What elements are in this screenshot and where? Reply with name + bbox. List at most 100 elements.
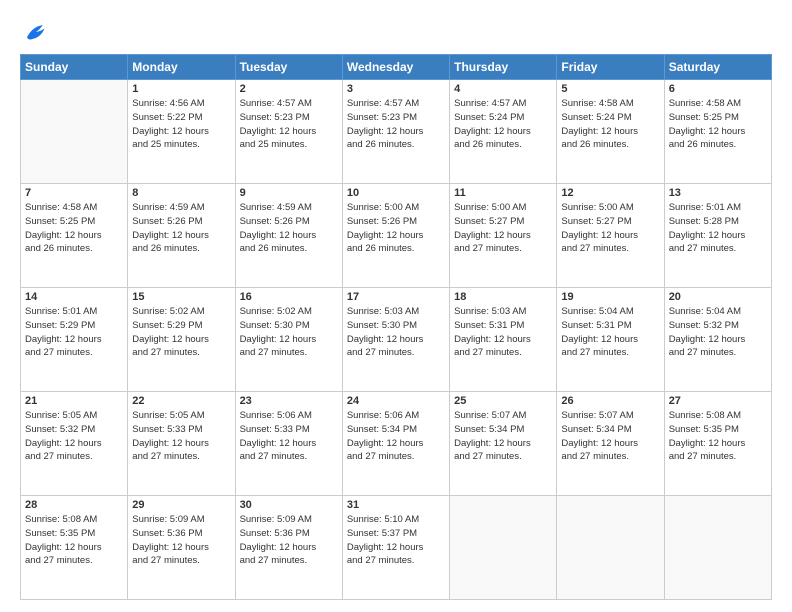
cell-info-line: Sunrise: 5:00 AM xyxy=(347,201,445,215)
cell-info-line: and 26 minutes. xyxy=(561,138,659,152)
calendar-cell xyxy=(664,496,771,600)
cell-info-line: Sunrise: 5:06 AM xyxy=(347,409,445,423)
cell-info-line: and 27 minutes. xyxy=(347,450,445,464)
cell-info-line: Daylight: 12 hours xyxy=(669,333,767,347)
cell-info-line: and 26 minutes. xyxy=(25,242,123,256)
weekday-header: Friday xyxy=(557,55,664,80)
cell-info-line: and 27 minutes. xyxy=(454,346,552,360)
cell-info-line: Sunrise: 5:03 AM xyxy=(454,305,552,319)
calendar-cell: 27Sunrise: 5:08 AMSunset: 5:35 PMDayligh… xyxy=(664,392,771,496)
calendar-cell: 26 Sunrise: 5:07 AMSunset: 5:34 PMDayligh… xyxy=(557,392,664,496)
cell-info-line: Sunset: 5:29 PM xyxy=(25,319,123,333)
calendar-cell: 23Sunrise: 5:06 AMSunset: 5:33 PMDayligh… xyxy=(235,392,342,496)
cell-info-line: Sunrise: 5:07 AM xyxy=(454,409,552,423)
cell-info-line: Sunrise: 5:06 AM xyxy=(240,409,338,423)
day-number: 26 xyxy=(561,395,659,407)
calendar-cell xyxy=(557,496,664,600)
calendar-cell: 28Sunrise: 5:08 AMSunset: 5:35 PMDayligh… xyxy=(21,496,128,600)
cell-info-line: Sunset: 5:35 PM xyxy=(669,423,767,437)
cell-info-line: Daylight: 12 hours xyxy=(454,333,552,347)
cell-info-line: and 27 minutes. xyxy=(454,450,552,464)
cell-info-line: Sunrise: 4:57 AM xyxy=(454,97,552,111)
cell-info-line: and 25 minutes. xyxy=(240,138,338,152)
cell-info-line: Sunrise: 5:00 AM xyxy=(561,201,659,215)
calendar-cell: 13Sunrise: 5:01 AMSunset: 5:28 PMDayligh… xyxy=(664,184,771,288)
day-number: 15 xyxy=(132,291,230,303)
calendar-cell: 9Sunrise: 4:59 AMSunset: 5:26 PMDaylight… xyxy=(235,184,342,288)
cell-info-line: and 27 minutes. xyxy=(347,554,445,568)
cell-info-line: Sunrise: 4:57 AM xyxy=(347,97,445,111)
cell-info-line: Sunset: 5:32 PM xyxy=(669,319,767,333)
calendar-cell: 24Sunrise: 5:06 AMSunset: 5:34 PMDayligh… xyxy=(342,392,449,496)
cell-info-line: and 27 minutes. xyxy=(454,242,552,256)
calendar-cell: 21Sunrise: 5:05 AMSunset: 5:32 PMDayligh… xyxy=(21,392,128,496)
calendar-cell: 7Sunrise: 4:58 AMSunset: 5:25 PMDaylight… xyxy=(21,184,128,288)
calendar-cell: 14Sunrise: 5:01 AMSunset: 5:29 PMDayligh… xyxy=(21,288,128,392)
day-number: 5 xyxy=(561,83,659,95)
cell-info-line: Sunrise: 4:59 AM xyxy=(240,201,338,215)
weekday-header: Thursday xyxy=(450,55,557,80)
day-number: 25 xyxy=(454,395,552,407)
cell-info-line: Sunrise: 5:09 AM xyxy=(132,513,230,527)
day-number: 29 xyxy=(132,499,230,511)
calendar-cell: 18Sunrise: 5:03 AMSunset: 5:31 PMDayligh… xyxy=(450,288,557,392)
cell-info-line: Sunset: 5:22 PM xyxy=(132,111,230,125)
cell-info-line: Sunrise: 5:10 AM xyxy=(347,513,445,527)
calendar-cell: 12Sunrise: 5:00 AMSunset: 5:27 PMDayligh… xyxy=(557,184,664,288)
day-number: 1 xyxy=(132,83,230,95)
day-number: 24 xyxy=(347,395,445,407)
weekday-header: Sunday xyxy=(21,55,128,80)
cell-info-line: Sunset: 5:25 PM xyxy=(25,215,123,229)
cell-info-line: Daylight: 12 hours xyxy=(669,437,767,451)
cell-info-line: Sunset: 5:24 PM xyxy=(454,111,552,125)
calendar-week-row: 1Sunrise: 4:56 AMSunset: 5:22 PMDaylight… xyxy=(21,80,772,184)
cell-info-line: Sunrise: 5:02 AM xyxy=(240,305,338,319)
cell-info-line: Sunrise: 4:58 AM xyxy=(561,97,659,111)
day-number: 8 xyxy=(132,187,230,199)
cell-info-line: Daylight: 12 hours xyxy=(132,125,230,139)
cell-info-line: Sunrise: 5:05 AM xyxy=(132,409,230,423)
cell-info-line: Sunset: 5:27 PM xyxy=(454,215,552,229)
cell-info-line: Daylight: 12 hours xyxy=(561,437,659,451)
cell-info-line: Daylight: 12 hours xyxy=(25,541,123,555)
cell-info-line: and 27 minutes. xyxy=(240,554,338,568)
day-number: 18 xyxy=(454,291,552,303)
day-number: 30 xyxy=(240,499,338,511)
cell-info-line: Daylight: 12 hours xyxy=(132,437,230,451)
cell-info-line: Sunset: 5:35 PM xyxy=(25,527,123,541)
cell-info-line: Sunset: 5:25 PM xyxy=(669,111,767,125)
cell-info-line: and 27 minutes. xyxy=(240,450,338,464)
cell-info-line: Sunrise: 5:04 AM xyxy=(669,305,767,319)
day-number: 13 xyxy=(669,187,767,199)
cell-info-line: Sunset: 5:26 PM xyxy=(240,215,338,229)
cell-info-line: Daylight: 12 hours xyxy=(561,333,659,347)
cell-info-line: Daylight: 12 hours xyxy=(454,229,552,243)
calendar-cell: 6Sunrise: 4:58 AMSunset: 5:25 PMDaylight… xyxy=(664,80,771,184)
cell-info-line: Sunset: 5:31 PM xyxy=(561,319,659,333)
calendar-header-row: SundayMondayTuesdayWednesdayThursdayFrid… xyxy=(21,55,772,80)
cell-info-line: Daylight: 12 hours xyxy=(240,541,338,555)
cell-info-line: Sunrise: 5:07 AM xyxy=(561,409,659,423)
calendar-cell: 22Sunrise: 5:05 AMSunset: 5:33 PMDayligh… xyxy=(128,392,235,496)
cell-info-line: Sunrise: 5:05 AM xyxy=(25,409,123,423)
cell-info-line: Sunrise: 5:08 AM xyxy=(669,409,767,423)
cell-info-line: Sunset: 5:34 PM xyxy=(561,423,659,437)
cell-info-line: Sunset: 5:32 PM xyxy=(25,423,123,437)
cell-info-line: Daylight: 12 hours xyxy=(347,333,445,347)
cell-info-line: Daylight: 12 hours xyxy=(25,333,123,347)
cell-info-line: Daylight: 12 hours xyxy=(25,229,123,243)
cell-info-line: Sunrise: 5:09 AM xyxy=(240,513,338,527)
cell-info-line: Daylight: 12 hours xyxy=(132,229,230,243)
calendar-cell: 20Sunrise: 5:04 AMSunset: 5:32 PMDayligh… xyxy=(664,288,771,392)
cell-info-line: Daylight: 12 hours xyxy=(347,229,445,243)
cell-info-line: and 27 minutes. xyxy=(132,450,230,464)
weekday-header: Monday xyxy=(128,55,235,80)
calendar-cell: 11Sunrise: 5:00 AMSunset: 5:27 PMDayligh… xyxy=(450,184,557,288)
day-number: 17 xyxy=(347,291,445,303)
cell-info-line: Sunset: 5:26 PM xyxy=(347,215,445,229)
calendar-cell: 1Sunrise: 4:56 AMSunset: 5:22 PMDaylight… xyxy=(128,80,235,184)
day-number: 11 xyxy=(454,187,552,199)
header xyxy=(20,18,772,46)
day-number: 28 xyxy=(25,499,123,511)
cell-info-line: Sunset: 5:37 PM xyxy=(347,527,445,541)
